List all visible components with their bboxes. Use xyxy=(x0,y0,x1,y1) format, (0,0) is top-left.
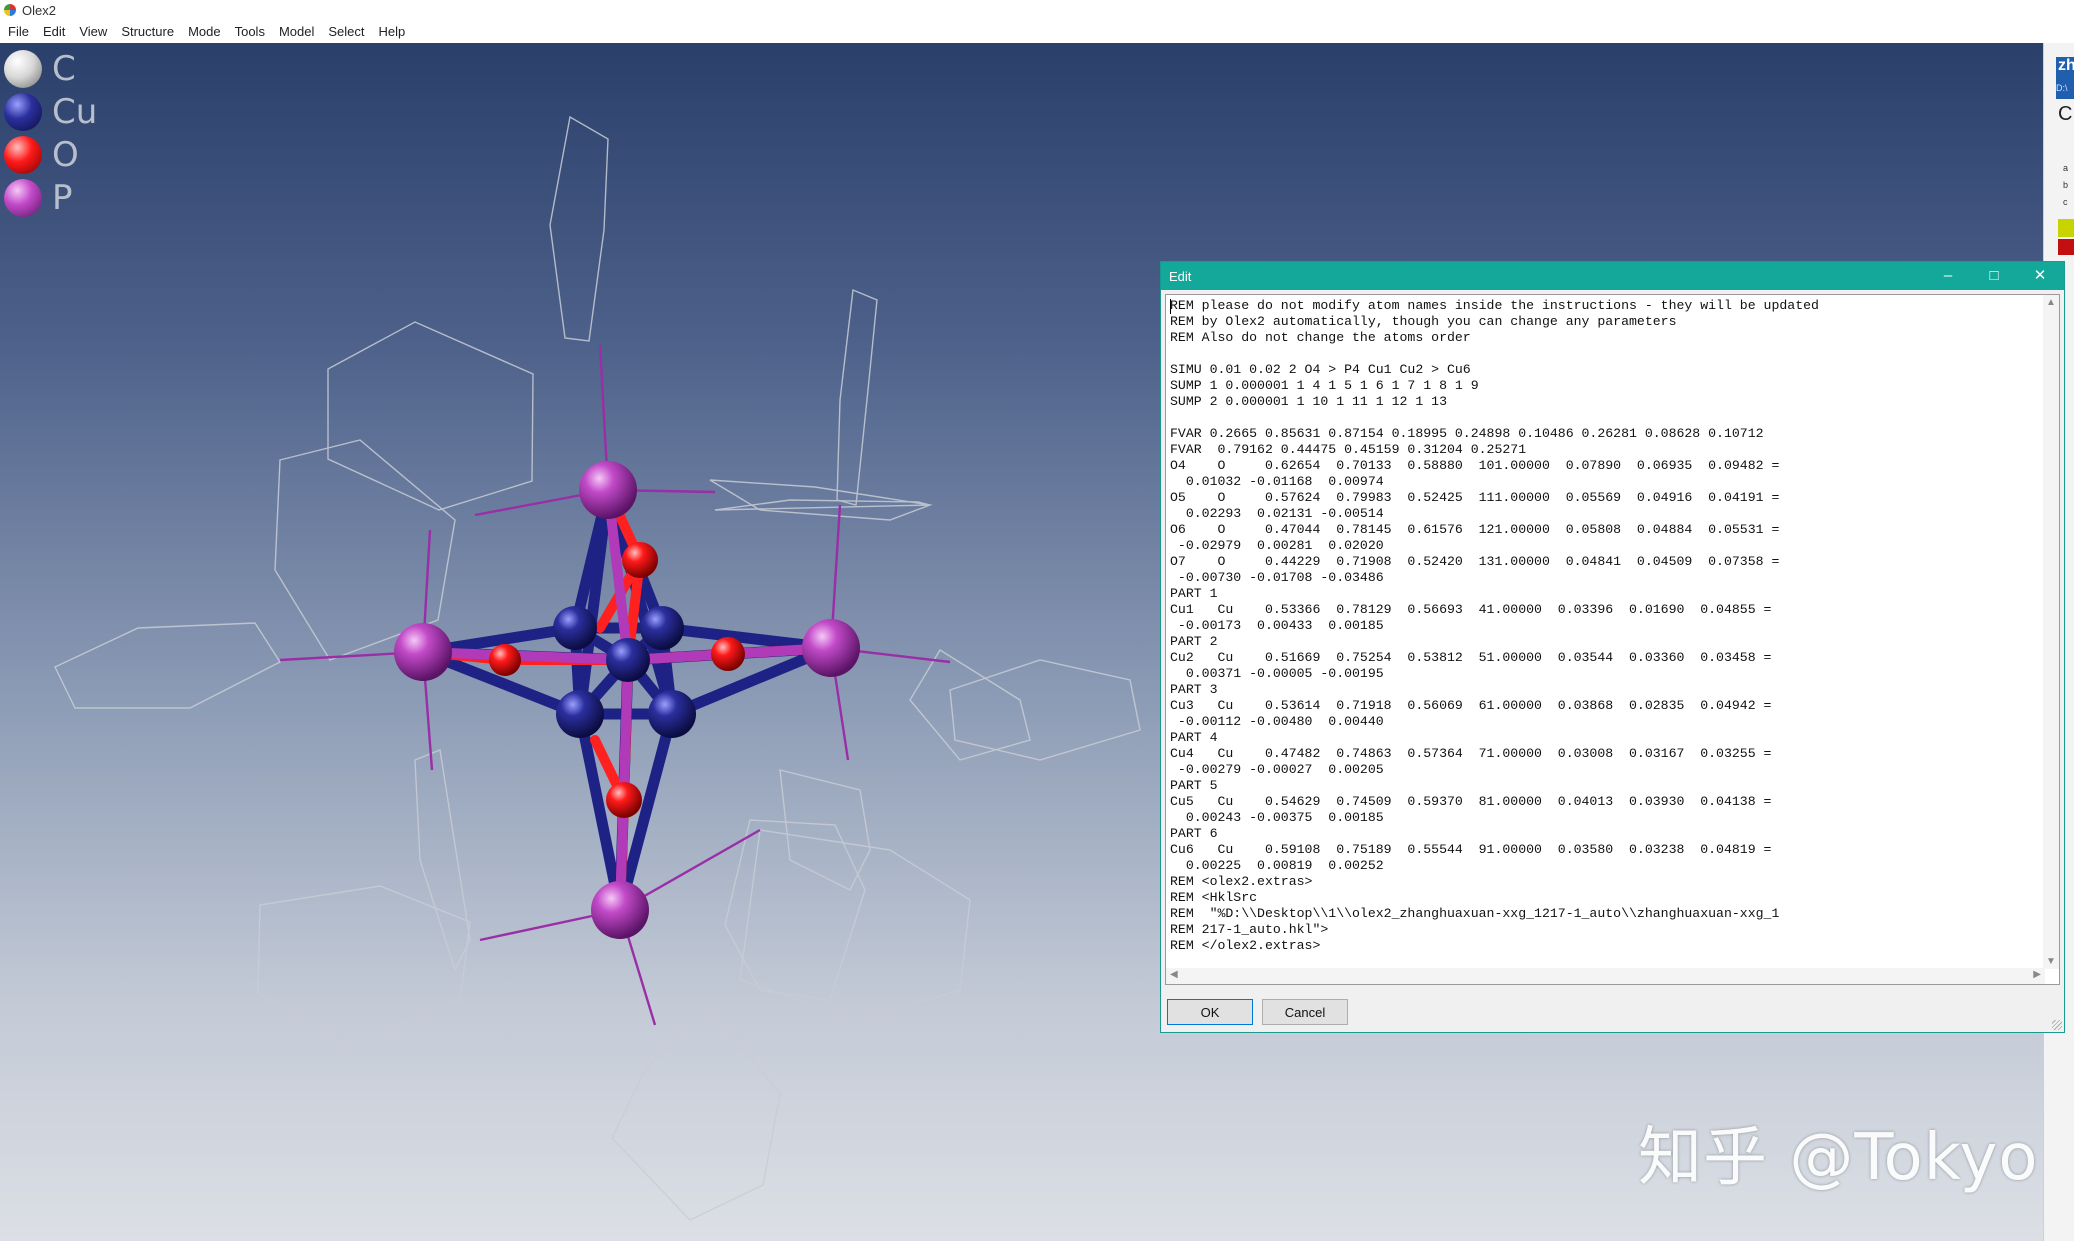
watermark: 知乎 @Tokyo xyxy=(1638,1121,2039,1195)
status-indicator-yellow[interactable] xyxy=(2058,219,2074,237)
instructions-text[interactable]: REM please do not modify atom names insi… xyxy=(1170,298,1819,954)
oxygen-ball-icon xyxy=(4,135,42,174)
phenyl-rings-wireframe xyxy=(54,115,1141,1221)
legend-item-p[interactable]: P xyxy=(4,176,97,219)
legend-item-cu[interactable]: Cu xyxy=(4,90,97,133)
menu-mode[interactable]: Mode xyxy=(188,22,221,41)
resize-grip-icon[interactable] xyxy=(2052,1020,2062,1030)
menu-view[interactable]: View xyxy=(79,22,107,41)
vertical-scrollbar[interactable]: ▲ ▼ xyxy=(2043,295,2059,969)
phosphorus-ball-icon xyxy=(4,178,42,217)
instructions-textarea[interactable]: REM please do not modify atom names insi… xyxy=(1165,294,2060,985)
olex2-app-icon xyxy=(4,4,16,16)
menu-help[interactable]: Help xyxy=(379,22,406,41)
atom-p xyxy=(591,881,649,939)
atom-cu xyxy=(606,638,650,682)
atom-cu xyxy=(556,690,604,738)
structure-path: D:\ xyxy=(2056,83,2068,93)
cancel-button[interactable]: Cancel xyxy=(1262,999,1348,1025)
cell-param-b: b xyxy=(2063,180,2069,190)
element-legend: C Cu O P xyxy=(4,47,97,219)
minimize-icon[interactable]: – xyxy=(1925,262,1971,290)
atom-o xyxy=(622,542,658,578)
carbon-ball-icon xyxy=(4,49,42,88)
scroll-left-icon[interactable]: ◀ xyxy=(1170,969,1178,980)
atom-o xyxy=(606,782,642,818)
cell-param-a: a xyxy=(2063,163,2069,173)
atom-cu xyxy=(648,690,696,738)
copper-ball-icon xyxy=(4,92,42,131)
dialog-title: Edit xyxy=(1169,269,1192,284)
scroll-up-icon[interactable]: ▲ xyxy=(2046,297,2056,308)
atom-cu xyxy=(553,606,597,650)
menu-structure[interactable]: Structure xyxy=(121,22,174,41)
menu-model[interactable]: Model xyxy=(279,22,314,41)
atom-p xyxy=(802,619,860,677)
menu-tools[interactable]: Tools xyxy=(235,22,265,41)
maximize-icon[interactable]: □ xyxy=(1971,262,2017,290)
legend-label: C xyxy=(52,48,76,89)
text-caret xyxy=(1170,299,1171,314)
legend-item-c[interactable]: C xyxy=(4,47,97,90)
legend-label: Cu xyxy=(52,91,98,132)
scroll-down-icon[interactable]: ▼ xyxy=(2046,956,2056,967)
ok-button[interactable]: OK xyxy=(1167,999,1253,1025)
menu-edit[interactable]: Edit xyxy=(43,22,65,41)
atom-o xyxy=(711,637,745,671)
menu-bar: File Edit View Structure Mode Tools Mode… xyxy=(0,20,2074,43)
window-title: Olex2 xyxy=(22,3,56,18)
window-titlebar: Olex2 xyxy=(0,0,2074,20)
legend-item-o[interactable]: O xyxy=(4,133,97,176)
atom-cu xyxy=(640,606,684,650)
dialog-titlebar[interactable]: Edit – □ ✕ xyxy=(1161,262,2064,290)
status-indicator-red[interactable] xyxy=(2058,239,2074,255)
atom-o xyxy=(489,644,521,676)
cell-param-c: c xyxy=(2063,197,2068,207)
close-icon[interactable]: ✕ xyxy=(2017,262,2063,290)
menu-file[interactable]: File xyxy=(8,22,29,41)
legend-label: O xyxy=(52,134,79,175)
atom-p xyxy=(579,461,637,519)
edit-dialog: Edit – □ ✕ REM please do not modify atom… xyxy=(1160,261,2065,1033)
scroll-right-icon[interactable]: ▶ xyxy=(2033,969,2041,980)
horizontal-scrollbar[interactable]: ◀ ▶ xyxy=(1166,968,2045,984)
structure-formula: C xyxy=(2058,103,2073,125)
legend-label: P xyxy=(52,177,73,218)
atom-p xyxy=(394,623,452,681)
menu-select[interactable]: Select xyxy=(328,22,364,41)
